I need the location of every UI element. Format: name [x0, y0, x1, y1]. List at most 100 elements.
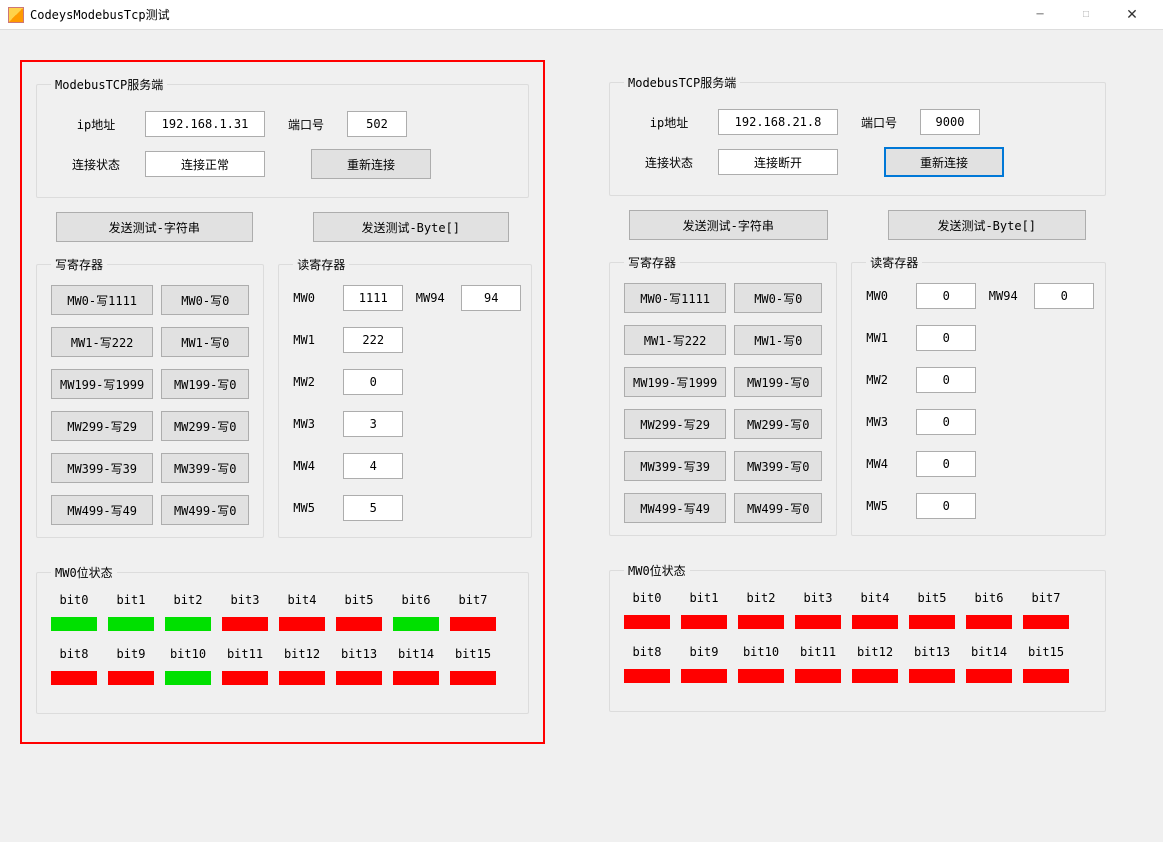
read-value-2[interactable]: 0	[916, 367, 976, 393]
read-value-1[interactable]: 0	[916, 325, 976, 351]
conn-status-label: 连接状态	[61, 156, 131, 173]
send-string-button[interactable]: 发送测试-字符串	[56, 212, 253, 242]
write-btn-0-0[interactable]: MW0-写1111	[51, 285, 153, 315]
bit-indicator-3	[795, 615, 841, 629]
write-btn-2-1[interactable]: MW199-写0	[734, 367, 822, 397]
write-btn-0-0[interactable]: MW0-写1111	[624, 283, 726, 313]
send-string-button[interactable]: 发送测试-字符串	[629, 210, 828, 240]
read-value-3[interactable]: 0	[916, 409, 976, 435]
write-btn-2-0[interactable]: MW199-写1999	[624, 367, 726, 397]
send-bytes-button[interactable]: 发送测试-Byte[]	[888, 210, 1087, 240]
read-label2-0: MW94	[978, 289, 1028, 303]
reconnect-button[interactable]: 重新连接	[311, 149, 431, 179]
test-buttons-row: 发送测试-字符串 发送测试-Byte[]	[609, 210, 1106, 254]
write-btn-3-0[interactable]: MW299-写29	[624, 409, 726, 439]
read-value-5[interactable]: 0	[916, 493, 976, 519]
read-group-title: 读寄存器	[866, 254, 922, 271]
read-label-0: MW0	[293, 291, 337, 305]
send-bytes-button[interactable]: 发送测试-Byte[]	[313, 212, 510, 242]
write-btn-1-1[interactable]: MW1-写0	[734, 325, 822, 355]
read-value-0[interactable]: 1111	[343, 285, 403, 311]
bits-group-title: MW0位状态	[624, 562, 690, 579]
write-btn-5-0[interactable]: MW499-写49	[624, 493, 726, 523]
bit-label-8: bit8	[51, 647, 97, 661]
bit-indicator-6	[393, 617, 439, 631]
write-btn-5-1[interactable]: MW499-写0	[161, 495, 249, 525]
bit-label-14: bit14	[966, 645, 1012, 659]
write-btn-3-1[interactable]: MW299-写0	[161, 411, 249, 441]
bit-indicator-1	[681, 615, 727, 629]
port-field[interactable]: 9000	[920, 109, 980, 135]
bit-indicator-9	[108, 671, 154, 685]
maximize-button[interactable]: □	[1063, 0, 1109, 30]
write-btn-0-1[interactable]: MW0-写0	[734, 283, 822, 313]
write-btn-1-0[interactable]: MW1-写222	[624, 325, 726, 355]
close-button[interactable]: ✕	[1109, 0, 1155, 30]
app-icon	[8, 7, 24, 23]
bit-label-5: bit5	[336, 593, 382, 607]
bit-box-row-0	[51, 617, 514, 631]
bit-label-7: bit7	[450, 593, 496, 607]
bit-indicator-7	[450, 617, 496, 631]
bit-indicator-0	[51, 617, 97, 631]
read-value-4[interactable]: 4	[343, 453, 403, 479]
bit-label-11: bit11	[222, 647, 268, 661]
write-btn-0-1[interactable]: MW0-写0	[161, 285, 249, 315]
port-field[interactable]: 502	[347, 111, 407, 137]
write-btn-1-1[interactable]: MW1-写0	[161, 327, 249, 357]
read-label-5: MW5	[866, 499, 910, 513]
bit-indicator-13	[909, 669, 955, 683]
write-btn-3-1[interactable]: MW299-写0	[734, 409, 822, 439]
read-label-2: MW2	[866, 373, 910, 387]
bit-indicator-8	[51, 671, 97, 685]
bit-box-row-1	[624, 669, 1091, 683]
bit-indicator-15	[1023, 669, 1069, 683]
bit-label-9: bit9	[108, 647, 154, 661]
reconnect-button[interactable]: 重新连接	[884, 147, 1004, 177]
bit-label-3: bit3	[795, 591, 841, 605]
bit-label-row-0: bit0bit1bit2bit3bit4bit5bit6bit7	[51, 593, 514, 613]
write-btn-1-0[interactable]: MW1-写222	[51, 327, 153, 357]
read-value-0[interactable]: 0	[916, 283, 976, 309]
bit-indicator-12	[852, 669, 898, 683]
bit-label-0: bit0	[624, 591, 670, 605]
read-label-5: MW5	[293, 501, 337, 515]
read-value2-0[interactable]: 0	[1034, 283, 1094, 309]
bit-indicator-7	[1023, 615, 1069, 629]
bit-label-4: bit4	[852, 591, 898, 605]
write-btn-4-1[interactable]: MW399-写0	[734, 451, 822, 481]
bit-indicator-5	[909, 615, 955, 629]
read-value-4[interactable]: 0	[916, 451, 976, 477]
write-btn-3-0[interactable]: MW299-写29	[51, 411, 153, 441]
minimize-button[interactable]: ─	[1017, 0, 1063, 30]
bit-indicator-6	[966, 615, 1012, 629]
write-btn-2-1[interactable]: MW199-写0	[161, 369, 249, 399]
write-btn-4-1[interactable]: MW399-写0	[161, 453, 249, 483]
bit-indicator-8	[624, 669, 670, 683]
bit-indicator-0	[624, 615, 670, 629]
ip-field[interactable]: 192.168.21.8	[718, 109, 838, 135]
bit-label-8: bit8	[624, 645, 670, 659]
bits-group: MW0位状态bit0bit1bit2bit3bit4bit5bit6bit7bi…	[609, 562, 1106, 712]
bit-indicator-14	[393, 671, 439, 685]
read-value-5[interactable]: 5	[343, 495, 403, 521]
read-value2-0[interactable]: 94	[461, 285, 521, 311]
left-panel: ModebusTCP服务端 ip地址 192.168.1.31 端口号 502 …	[20, 60, 545, 744]
bit-label-4: bit4	[279, 593, 325, 607]
read-label-3: MW3	[293, 417, 337, 431]
write-btn-4-0[interactable]: MW399-写39	[624, 451, 726, 481]
write-grid: MW0-写1111 MW0-写0 MW1-写222 MW1-写0 MW199-写1999…	[624, 283, 822, 523]
bit-indicator-2	[165, 617, 211, 631]
read-value-3[interactable]: 3	[343, 411, 403, 437]
write-register-group: 写寄存器MW0-写1111MW0-写0MW1-写222MW1-写0MW199-写…	[36, 256, 264, 538]
read-value-1[interactable]: 222	[343, 327, 403, 353]
read-register-group: 读寄存器MW01111MW9494MW1222MW20MW33MW44MW55	[278, 256, 532, 538]
bit-label-14: bit14	[393, 647, 439, 661]
read-value-2[interactable]: 0	[343, 369, 403, 395]
write-btn-5-0[interactable]: MW499-写49	[51, 495, 153, 525]
write-btn-5-1[interactable]: MW499-写0	[734, 493, 822, 523]
ip-field[interactable]: 192.168.1.31	[145, 111, 265, 137]
write-btn-4-0[interactable]: MW399-写39	[51, 453, 153, 483]
right-panel: ModebusTCP服务端 ip地址 192.168.21.8 端口号 9000…	[595, 60, 1120, 744]
write-btn-2-0[interactable]: MW199-写1999	[51, 369, 153, 399]
